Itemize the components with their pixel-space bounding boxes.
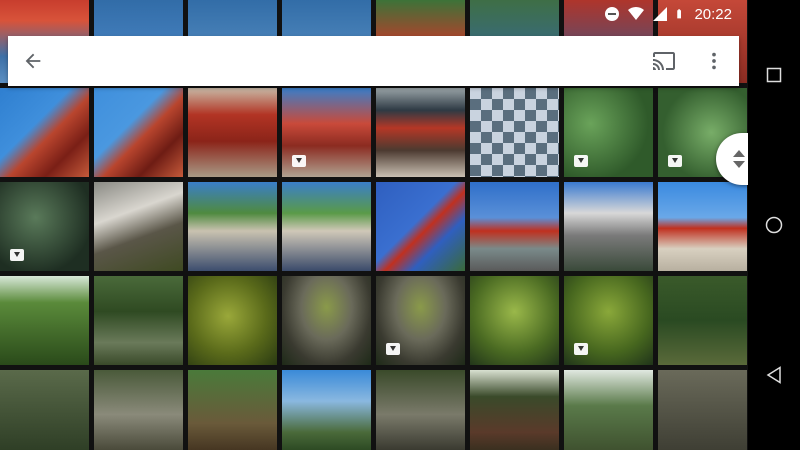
video-badge-icon <box>668 155 682 167</box>
photo-forest-path[interactable] <box>658 276 747 365</box>
status-time: 20:22 <box>694 5 732 23</box>
photo-shrine-roof-2[interactable] <box>94 88 183 177</box>
video-badge-icon <box>574 155 588 167</box>
photo-stone-bridge[interactable] <box>94 182 183 271</box>
android-nav-bar <box>748 0 800 450</box>
cast-button[interactable] <box>639 36 689 86</box>
back-nav-button[interactable] <box>758 359 790 391</box>
cast-icon <box>653 52 675 70</box>
photo-mossy-rock[interactable] <box>188 276 277 365</box>
photo-moss-ground-2[interactable] <box>564 276 653 365</box>
photo-lotus-pond-1[interactable] <box>564 88 653 177</box>
circle-home-icon <box>765 216 783 234</box>
scroll-up-arrow-icon <box>733 150 745 157</box>
more-vert-icon <box>712 52 716 70</box>
photos-screen: 20:22 <box>0 0 748 450</box>
back-button[interactable] <box>8 36 58 86</box>
photo-rocks[interactable] <box>658 370 747 450</box>
battery-icon <box>677 9 682 19</box>
photo-torii-street[interactable] <box>470 182 559 271</box>
photo-shrine-visitors[interactable] <box>376 88 465 177</box>
photo-forest-ferns[interactable] <box>0 276 89 365</box>
photo-shrine-roof-1[interactable] <box>0 88 89 177</box>
video-badge-icon <box>10 249 24 261</box>
photo-forest-steps[interactable] <box>94 276 183 365</box>
toolbar <box>8 36 739 86</box>
wifi-icon <box>628 6 645 21</box>
do-not-disturb-icon <box>605 7 620 21</box>
photo-stone-lantern-2[interactable] <box>376 276 465 365</box>
cell-signal-icon <box>653 7 668 21</box>
photo-stone-lantern-1[interactable] <box>282 276 371 365</box>
photo-stone-stairs[interactable] <box>376 370 465 450</box>
photo-red-torii[interactable] <box>376 182 465 271</box>
photo-sea-view[interactable] <box>282 370 371 450</box>
more-options-button[interactable] <box>689 36 739 86</box>
photo-forest-slope[interactable] <box>0 370 89 450</box>
photo-bamboo[interactable] <box>564 370 653 450</box>
photo-pixelated[interactable] <box>470 88 559 177</box>
photo-shrine-corridor-1[interactable] <box>188 88 277 177</box>
photo-torii-plaza[interactable] <box>658 182 747 271</box>
photo-moss-ground-1[interactable] <box>470 276 559 365</box>
video-badge-icon <box>574 343 588 355</box>
photo-arched-bridge-2[interactable] <box>282 182 371 271</box>
recents-button[interactable] <box>758 59 790 91</box>
photo-stone-graves[interactable] <box>94 370 183 450</box>
photo-shrine-corridor-2[interactable] <box>282 88 371 177</box>
photo-arched-bridge-1[interactable] <box>188 182 277 271</box>
triangle-back-icon <box>766 366 781 384</box>
photo-pond-water[interactable] <box>0 182 89 271</box>
status-bar: 20:22 <box>0 0 748 28</box>
arrow-left-icon <box>25 53 41 69</box>
photo-building-statue[interactable] <box>564 182 653 271</box>
scroll-down-arrow-icon <box>733 161 745 168</box>
photo-forest-trunks[interactable] <box>470 370 559 450</box>
square-recents-icon <box>766 67 782 83</box>
video-badge-icon <box>292 155 306 167</box>
video-badge-icon <box>386 343 400 355</box>
photo-wooden-fence[interactable] <box>188 370 277 450</box>
home-button[interactable] <box>758 209 790 241</box>
